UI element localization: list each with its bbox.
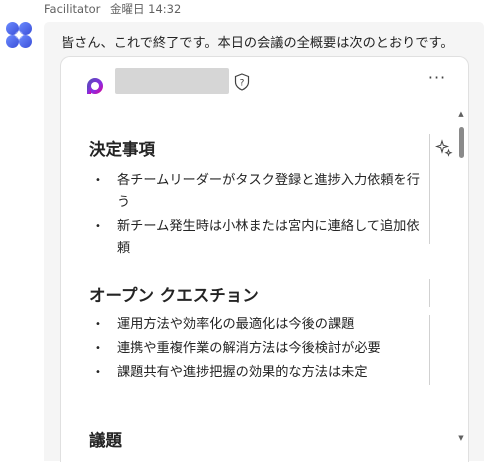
- loop-title-redacted: [115, 68, 229, 94]
- message-intro-text: 皆さん、これで終了です。本日の会議の全概要は次のとおりです。: [61, 36, 454, 51]
- section-divider: [429, 279, 430, 307]
- sender-name[interactable]: Facilitator: [44, 2, 100, 16]
- more-options-button[interactable]: ···: [425, 69, 449, 89]
- section-heading-partial: 議題: [89, 431, 122, 450]
- message-timestamp: 金曜日 14:32: [110, 2, 182, 16]
- svg-text:?: ?: [240, 78, 245, 88]
- loop-logo-icon: [87, 78, 103, 94]
- section-heading: 決定事項: [89, 140, 155, 159]
- list-item: • 連携や重複作業の解消方法は今後検討が必要: [95, 341, 381, 356]
- section-decisions: 決定事項 • 各チームリーダーがタスク登録と進捗入力依頼を行う • 新チーム発生時は…: [89, 136, 429, 260]
- scroll-up-arrow-icon[interactable]: ▲: [456, 109, 466, 119]
- message-bubble: 皆さん、これで終了です。本日の会議の全概要は次のとおりです。 ? ··· ▲ ▼: [44, 22, 484, 462]
- section-heading: オープン クエスチョン: [89, 286, 259, 305]
- list-item: • 各チームリーダーがタスク登録と進捗入力依頼を行う: [95, 173, 420, 210]
- message-header: Facilitator 金曜日 14:32: [44, 1, 187, 17]
- scrollbar-thumb[interactable]: [459, 127, 464, 158]
- list-item: • 運用方法や効率化の最適化は今後の課題: [95, 317, 355, 332]
- section-open-questions: オープン クエスチョン • 運用方法や効率化の最適化は今後の課題 • 連携や重複作業…: [89, 282, 429, 384]
- list-item: • 新チーム発生時は小林または宮内に連絡して追加依頼: [95, 219, 420, 256]
- list-item: • 課題共有や進捗把握の効果的な方法は未定: [95, 365, 368, 380]
- sparkle-icon[interactable]: [435, 139, 453, 157]
- loop-component-card[interactable]: ? ··· ▲ ▼ 決定事項 • 各チームリーダーがタスク登録と進捗入力依頼を行う…: [60, 56, 469, 462]
- section-divider: [429, 315, 430, 385]
- section-divider: [429, 134, 430, 244]
- shield-question-icon[interactable]: ?: [234, 73, 250, 91]
- facilitator-avatar-icon: [6, 22, 32, 48]
- scroll-down-arrow-icon[interactable]: ▼: [456, 433, 466, 443]
